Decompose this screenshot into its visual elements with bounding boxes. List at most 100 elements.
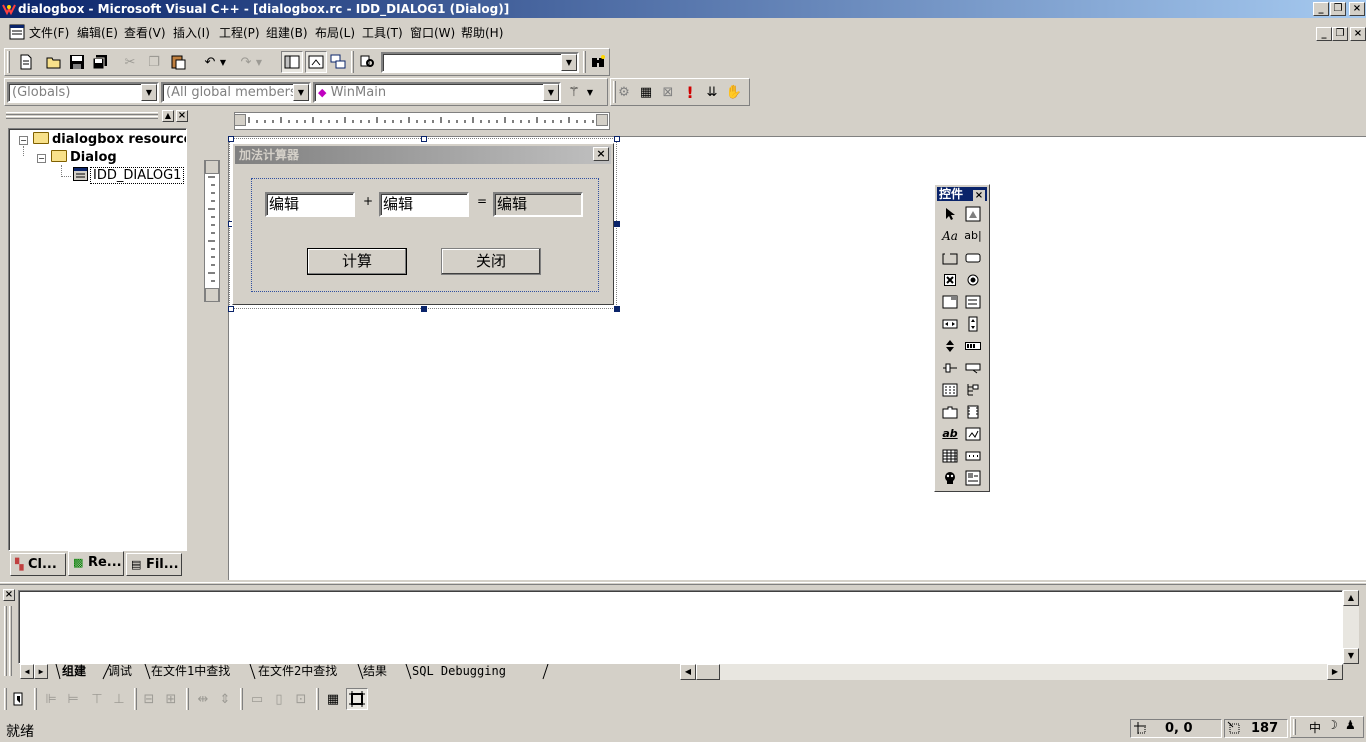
close-dialog-button[interactable]: 关闭 <box>441 248 541 275</box>
align-bottom-icon[interactable]: ⊥ <box>108 688 130 710</box>
vertical-ruler[interactable] <box>204 160 220 302</box>
menu-window[interactable]: 窗口(W) <box>410 25 455 41</box>
edit-control-1[interactable]: 编辑 <box>265 192 355 217</box>
wizard-wand-icon[interactable]: ⚚ <box>563 81 585 103</box>
list-box-icon[interactable] <box>963 292 983 311</box>
tree-control-icon[interactable] <box>963 380 983 399</box>
go-icon[interactable]: ⇊ <box>701 81 723 103</box>
chevron-down-icon[interactable]: ▼ <box>293 84 309 101</box>
ime-user-icon[interactable]: ♟ <box>1345 718 1356 732</box>
menu-edit[interactable]: 编辑(E) <box>77 25 118 41</box>
toolbar-grip[interactable] <box>583 51 586 73</box>
edit-control-2[interactable]: 编辑 <box>379 192 469 217</box>
custom-control-icon[interactable] <box>940 468 960 487</box>
pointer-icon[interactable] <box>940 204 960 223</box>
cut-icon[interactable]: ✂ <box>119 51 141 73</box>
save-all-icon[interactable] <box>89 51 111 73</box>
members-combo[interactable]: ◆ WinMain ▼ <box>313 82 561 103</box>
ime-language[interactable]: 中 <box>1309 719 1321 736</box>
scroll-right-icon[interactable]: ▶ <box>1327 664 1343 680</box>
calculate-button[interactable]: 计算 <box>307 248 407 275</box>
horizontal-ruler[interactable] <box>234 112 610 130</box>
ip-address-icon[interactable] <box>963 446 983 465</box>
filter-combo[interactable]: (All global members ▼ <box>161 82 311 103</box>
toolbar-grip[interactable] <box>7 51 10 73</box>
workspace-grip[interactable] <box>6 116 158 119</box>
datetime-picker-icon[interactable] <box>963 424 983 443</box>
dialog-close-icon[interactable]: × <box>593 147 609 161</box>
tree-item-root[interactable]: dialogbox resources <box>33 132 186 148</box>
output-toggle-icon[interactable] <box>305 51 327 73</box>
restore-button[interactable]: ❐ <box>1330 2 1346 16</box>
workspace-close-icon[interactable]: × <box>176 110 188 122</box>
tree-item-idd-dialog1[interactable]: IDD_DIALOG1 <box>73 167 185 184</box>
align-right-icon[interactable]: ⊨ <box>62 688 84 710</box>
output-grip[interactable] <box>9 606 12 676</box>
workspace-toggle-icon[interactable] <box>281 51 303 73</box>
center-vertical-icon[interactable]: ⊟ <box>138 688 160 710</box>
controls-palette[interactable]: 控件 × Aa ab| ab <box>934 184 990 492</box>
output-grip[interactable] <box>4 606 7 676</box>
chevron-down-icon[interactable]: ▼ <box>561 54 577 71</box>
tab-classview[interactable]: ▚ Cl... <box>10 553 66 576</box>
chevron-down-icon[interactable]: ▼ <box>141 84 157 101</box>
find-in-files-icon[interactable] <box>357 51 379 73</box>
menu-tools[interactable]: 工具(T) <box>362 25 403 41</box>
copy-icon[interactable]: ❐ <box>143 51 165 73</box>
make-same-width-icon[interactable]: ▭ <box>246 688 268 710</box>
menu-view[interactable]: 查看(V) <box>124 25 166 41</box>
collapse-icon[interactable]: − <box>19 136 28 145</box>
palette-title-bar[interactable]: 控件 × <box>937 187 987 202</box>
ime-halfwidth-moon-icon[interactable]: ☽ <box>1327 718 1338 732</box>
tab-resourceview[interactable]: ▩ Re... <box>68 551 124 576</box>
picture-control-icon[interactable] <box>963 204 983 223</box>
menu-layout[interactable]: 布局(L) <box>315 25 355 41</box>
make-same-height-icon[interactable]: ▯ <box>268 688 290 710</box>
space-down-icon[interactable]: ⇕ <box>214 688 236 710</box>
tab-control-icon[interactable] <box>940 402 960 421</box>
align-top-icon[interactable]: ⊤ <box>86 688 108 710</box>
visual-cpp-app-icon[interactable] <box>2 2 16 16</box>
scroll-thumb[interactable] <box>696 664 720 680</box>
chevron-down-icon[interactable]: ▼ <box>543 84 559 101</box>
find-binoculars-icon[interactable] <box>587 51 609 73</box>
extended-combo-icon[interactable] <box>963 468 983 487</box>
rich-edit-icon[interactable]: ab <box>940 424 960 443</box>
tab-fileview[interactable]: ▤ Fil... <box>126 553 182 576</box>
edit-box-icon[interactable]: ab| <box>963 226 983 245</box>
ruler-guide-handle[interactable] <box>205 288 219 302</box>
ruler-guide-handle[interactable] <box>234 114 246 126</box>
palette-close-icon[interactable]: × <box>973 190 985 202</box>
window-list-icon[interactable] <box>327 51 349 73</box>
dialog-title-bar[interactable]: 加法计算器 × <box>235 146 611 164</box>
output-window[interactable] <box>18 590 1343 664</box>
slider-icon[interactable] <box>940 358 960 377</box>
compile-icon[interactable]: ⚙ <box>613 81 635 103</box>
menu-insert[interactable]: 插入(I) <box>173 25 210 41</box>
center-horizontal-icon[interactable]: ⊞ <box>160 688 182 710</box>
pane-splitter[interactable] <box>0 582 1366 585</box>
ruler-guide-handle[interactable] <box>205 160 219 174</box>
output-close-icon[interactable]: × <box>3 589 15 601</box>
mdi-close-button[interactable]: × <box>1350 27 1366 41</box>
checkbox-icon[interactable] <box>940 270 960 289</box>
designed-dialog[interactable]: 加法计算器 × 编辑 + 编辑 = 编辑 计算 关闭 <box>232 143 614 305</box>
mdi-minimize-button[interactable]: _ <box>1316 27 1332 41</box>
animate-icon[interactable] <box>963 402 983 421</box>
stop-build-icon[interactable]: ⊠ <box>657 81 679 103</box>
breakpoint-hand-icon[interactable]: ✋ <box>723 81 745 103</box>
find-combo[interactable]: ▼ <box>381 52 579 73</box>
month-calendar-icon[interactable] <box>940 446 960 465</box>
minimize-button[interactable]: _ <box>1313 2 1329 16</box>
vertical-scrollbar-icon[interactable] <box>963 314 983 333</box>
scroll-down-icon[interactable]: ▼ <box>1343 648 1359 664</box>
combo-box-icon[interactable] <box>940 292 960 311</box>
new-text-file-icon[interactable] <box>15 51 37 73</box>
ruler-guide-handle[interactable] <box>596 114 608 126</box>
output-horizontal-scrollbar[interactable] <box>680 664 1343 680</box>
mdi-restore-button[interactable]: ❐ <box>1332 27 1348 41</box>
redo-dropdown-icon[interactable]: ▼ <box>253 51 265 73</box>
wizard-dropdown-icon[interactable]: ▼ <box>583 81 597 103</box>
open-folder-icon[interactable] <box>43 51 65 73</box>
radio-button-icon[interactable] <box>963 270 983 289</box>
